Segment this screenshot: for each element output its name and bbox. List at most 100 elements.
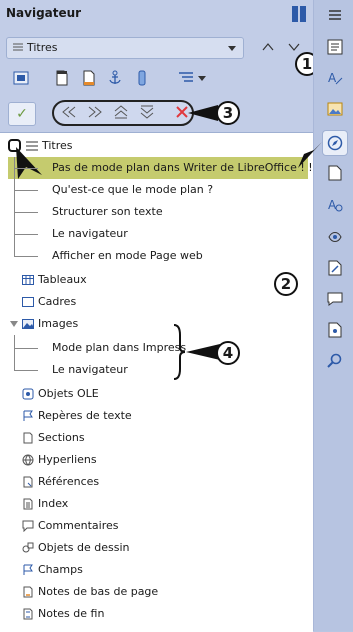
tree-guide-line: [14, 370, 38, 371]
tree-item-label: Notes de bas de page: [38, 585, 159, 598]
libreoffice-logo-icon: [292, 6, 306, 22]
hamburger-menu-icon[interactable]: [329, 10, 341, 20]
tree-item-label: Repères de texte: [38, 409, 132, 422]
callout-4-badge: 4: [216, 341, 240, 365]
tree-guide-line: [14, 335, 15, 371]
footnote-icon: [23, 586, 33, 598]
tree-item-label: Structurer son texte: [52, 205, 163, 218]
field-flag-icon: [23, 564, 33, 575]
tree-item-label: Mode plan dans Impress: [52, 341, 187, 354]
comment-bubble-icon[interactable]: [327, 291, 343, 307]
frame-icon: [22, 297, 34, 307]
tree-item-category[interactable]: Repères de texte: [22, 405, 242, 427]
tree-item-label: Le navigateur: [52, 227, 128, 240]
callout-3-badge: 3: [216, 101, 240, 125]
demote-chapter-icon[interactable]: [88, 106, 102, 118]
tree-guide-line: [14, 190, 38, 191]
design-icon[interactable]: [328, 260, 342, 276]
previous-arrow-icon[interactable]: [262, 42, 274, 52]
tree-item-label: Qu'est-ce que le mode plan ?: [52, 183, 214, 196]
styles-icon[interactable]: A: [327, 70, 343, 86]
header-icon[interactable]: [55, 70, 69, 86]
set-reminder-icon[interactable]: [136, 70, 148, 86]
delete-icon[interactable]: [176, 106, 188, 118]
tree-item-category[interactable]: Références: [22, 471, 242, 493]
tree-item-label: Cadres: [38, 295, 77, 308]
checkmark-button[interactable]: ✓: [8, 102, 36, 126]
content-type-select[interactable]: Titres: [6, 37, 244, 59]
tree-item-cadres[interactable]: Cadres: [22, 291, 222, 313]
tree-item-category[interactable]: Index: [22, 493, 242, 515]
tree-guide-line: [14, 256, 38, 257]
drawing-shapes-icon: [22, 542, 34, 553]
content-navigation-view-icon[interactable]: [13, 70, 29, 86]
tree-item-category[interactable]: Hyperliens: [22, 449, 242, 471]
tree-item-label: Images: [38, 317, 79, 330]
tree-item-category[interactable]: Commentaires: [22, 515, 242, 537]
endnote-icon: [23, 608, 33, 620]
callout-2-badge: 2: [274, 272, 298, 296]
tree-item-label: Champs: [38, 563, 83, 576]
tree-item-label: Le navigateur: [52, 363, 128, 376]
callout-4-arrow: [186, 344, 220, 360]
style-inspector-icon[interactable]: A: [327, 197, 343, 213]
tree-item-category[interactable]: Champs: [22, 559, 242, 581]
promote-level-icon[interactable]: [114, 105, 128, 119]
heading-levels-icon[interactable]: [178, 70, 194, 86]
tree-item-label: Afficher en mode Page web: [52, 249, 203, 262]
content-type-value: Titres: [27, 41, 58, 54]
index-icon: [23, 498, 33, 510]
tree-item-label: Références: [38, 475, 100, 488]
tree-item-images[interactable]: Images: [22, 313, 222, 335]
chevron-down-icon: [228, 46, 236, 51]
accessibility-check-icon[interactable]: [328, 322, 342, 338]
tree-item-label: Objets de dessin: [38, 541, 130, 554]
navigator-tab-active[interactable]: [322, 130, 348, 156]
callout-pointer-arrow: [16, 147, 42, 179]
tree-item-category[interactable]: Objets OLE: [22, 383, 242, 405]
expand-arrow-icon[interactable]: [10, 321, 18, 327]
callout-4-brace: [173, 324, 186, 380]
reference-icon: [23, 476, 33, 488]
tree-item-category[interactable]: Sections: [22, 427, 242, 449]
svg-text:A: A: [328, 198, 337, 212]
callout-navigator-arrow: [298, 142, 322, 168]
bookmark-flag-icon: [23, 410, 33, 421]
tree-item-label: Titres: [42, 139, 73, 152]
demote-level-icon[interactable]: [140, 105, 154, 119]
search-icon[interactable]: [327, 353, 343, 369]
tree-item-label: Sections: [38, 431, 85, 444]
tree-item-label: Hyperliens: [38, 453, 97, 466]
dropdown-arrow-icon[interactable]: [198, 76, 206, 81]
tree-item-label: Pas de mode plan dans Writer de LibreOff…: [52, 161, 318, 174]
tree-item-label: Index: [38, 497, 69, 510]
page-icon[interactable]: [328, 165, 342, 181]
section-icon: [23, 432, 33, 444]
image-icon: [22, 319, 34, 329]
globe-icon: [22, 454, 34, 466]
tree-guide-line: [14, 168, 38, 169]
footer-icon[interactable]: [82, 70, 96, 86]
properties-icon[interactable]: [327, 39, 343, 55]
gallery-icon[interactable]: [327, 101, 343, 117]
tree-item-label: Commentaires: [38, 519, 119, 532]
panel-title: Navigateur: [6, 6, 82, 20]
tree-item-category[interactable]: Notes de bas de page: [22, 581, 242, 603]
list-icon: [13, 43, 23, 51]
callout-3-arrow: [188, 105, 218, 121]
next-arrow-icon[interactable]: [288, 42, 300, 52]
tree-item-category[interactable]: Notes de fin: [22, 603, 242, 625]
tree-item-category[interactable]: Objets de dessin: [22, 537, 242, 559]
tree-item-label: Tableaux: [38, 273, 87, 286]
tree-guide-line: [14, 234, 38, 235]
tree-item-label: Notes de fin: [38, 607, 105, 620]
manage-changes-icon[interactable]: [327, 229, 343, 245]
compass-icon: [327, 135, 343, 151]
table-icon: [22, 275, 34, 285]
anchor-icon[interactable]: [108, 70, 122, 86]
svg-text:A: A: [328, 71, 337, 85]
promote-chapter-icon[interactable]: [62, 106, 76, 118]
tree-item-tableaux[interactable]: Tableaux: [22, 269, 222, 291]
content-tree: Titres Pas de mode plan dans Writer de L…: [0, 132, 317, 632]
navigator-panel: Navigateur Titres 1 ✓ 3 Titres Pas de mo…: [0, 0, 319, 632]
